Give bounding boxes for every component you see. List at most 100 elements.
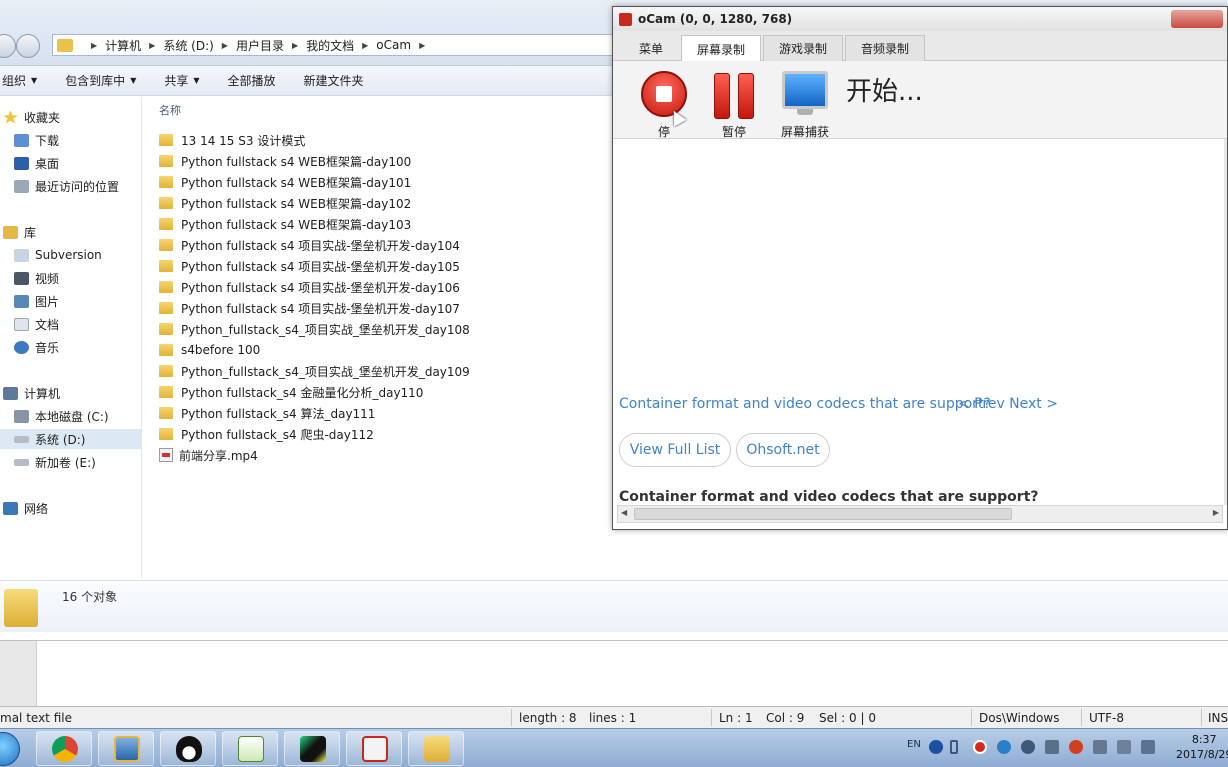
network-tray-icon[interactable] — [1093, 740, 1107, 754]
tab-screen-record[interactable]: 屏幕录制 — [681, 35, 761, 62]
nav-drive-c[interactable]: 本地磁盘 (C:) — [14, 406, 109, 426]
column-status: Col : 9 — [766, 711, 805, 725]
language-indicator[interactable]: EN — [907, 739, 921, 750]
picture-library-icon — [14, 294, 29, 308]
taskbar-app-virtualbox[interactable] — [98, 731, 154, 766]
breadcrumb-item[interactable]: 用户目录 — [236, 37, 284, 54]
nav-label: Subversion — [35, 248, 102, 262]
chevron-right-icon: ▶ — [362, 40, 369, 50]
back-button[interactable] — [0, 34, 16, 58]
monitor-tray-icon[interactable] — [1141, 740, 1155, 754]
qq-penguin-icon — [176, 736, 202, 762]
include-in-library-button[interactable]: 包含到库中 ▼ — [51, 72, 150, 89]
nav-network[interactable]: 网络 — [3, 498, 48, 518]
list-item[interactable]: Python fullstack_s4 爬虫-day112 — [159, 424, 374, 444]
tab-audio-record[interactable]: 音频录制 — [845, 35, 925, 61]
nav-pictures[interactable]: 图片 — [14, 291, 59, 311]
record-icon[interactable] — [973, 740, 987, 754]
clock-time: 8:37 — [1191, 733, 1217, 746]
taskbar-app-explorer[interactable] — [408, 731, 464, 766]
nav-subversion[interactable]: Subversion — [14, 245, 102, 265]
folder-icon — [159, 155, 173, 167]
file-name: Python_fullstack_s4_项目实战_堡垒机开发_day108 — [181, 322, 470, 337]
list-item[interactable]: Python fullstack s4 项目实战-堡垒机开发-day104 — [159, 235, 460, 255]
clock-date: 2017/8/29 — [1176, 748, 1228, 761]
ocam-title-bar[interactable]: oCam (0, 0, 1280, 768) — [613, 7, 1227, 31]
video-library-icon — [14, 271, 29, 285]
breadcrumb-item[interactable]: 我的文档 — [306, 37, 354, 54]
list-item[interactable]: s4before 100 — [159, 340, 260, 360]
list-item[interactable]: Python fullstack_s4 金融量化分析_day110 — [159, 382, 423, 402]
folder-icon — [57, 38, 73, 52]
column-header-name[interactable]: 名称 — [159, 102, 181, 118]
list-item[interactable]: Python fullstack s4 项目实战-堡垒机开发-day105 — [159, 256, 460, 276]
nav-downloads[interactable]: 下载 — [14, 130, 59, 150]
eol-status: Dos\Windows — [979, 711, 1060, 725]
taskbar-app-pycharm[interactable] — [284, 731, 340, 766]
chevron-right-icon: ▶ — [149, 40, 156, 50]
tab-game-record[interactable]: 游戏录制 — [763, 35, 843, 61]
computer-icon — [3, 386, 18, 400]
list-item[interactable]: Python_fullstack_s4_项目实战_堡垒机开发_day108 — [159, 319, 470, 339]
nav-favorites[interactable]: 收藏夹 — [3, 107, 60, 127]
codec-support-link[interactable]: Container format and video codecs that a… — [619, 396, 991, 412]
breadcrumb-item[interactable]: oCam — [376, 38, 411, 52]
sync-icon[interactable] — [997, 740, 1011, 754]
new-folder-button[interactable]: 新建文件夹 — [290, 72, 378, 89]
nav-documents[interactable]: 文档 — [14, 314, 59, 334]
horizontal-scrollbar[interactable]: ◀ ▶ — [617, 505, 1223, 523]
ohsoft-link-button[interactable]: Ohsoft.net — [736, 433, 830, 467]
usb-icon[interactable] — [950, 740, 958, 754]
drive-icon — [14, 458, 29, 466]
taskbar-app-notepad[interactable] — [222, 731, 278, 766]
tool-icon[interactable] — [1021, 740, 1035, 754]
list-item[interactable]: Python fullstack s4 WEB框架篇-day103 — [159, 214, 411, 234]
address-bar[interactable]: ▶ 计算机 ▶ 系统 (D:) ▶ 用户目录 ▶ 我的文档 ▶ oCam ▶ — [52, 34, 652, 56]
file-list: 名称 13 14 15 S3 设计模式 Python fullstack s4 W… — [143, 97, 613, 579]
close-button[interactable] — [1171, 10, 1223, 28]
nav-desktop[interactable]: 桌面 — [14, 153, 59, 173]
breadcrumb-item[interactable]: 计算机 — [105, 37, 141, 54]
help-icon[interactable] — [929, 740, 943, 754]
nav-music[interactable]: 音乐 — [14, 337, 59, 357]
view-full-list-button[interactable]: View Full List — [619, 433, 731, 467]
list-item[interactable]: 前端分享.mp4 — [159, 445, 258, 465]
list-item[interactable]: Python fullstack_s4 算法_day111 — [159, 403, 375, 423]
shield-icon[interactable] — [1045, 740, 1059, 754]
play-all-button[interactable]: 全部播放 — [214, 72, 290, 89]
folder-icon — [159, 407, 173, 419]
nav-libraries[interactable]: 库 — [3, 222, 36, 242]
scroll-left-icon[interactable]: ◀ — [621, 508, 627, 517]
share-button[interactable]: 共享 ▼ — [150, 72, 213, 89]
taskbar-app-ocam[interactable] — [346, 731, 402, 766]
list-item[interactable]: Python fullstack s4 WEB框架篇-day100 — [159, 151, 411, 171]
nav-drive-e[interactable]: 新加卷 (E:) — [14, 452, 96, 472]
list-item[interactable]: Python fullstack s4 WEB框架篇-day102 — [159, 193, 411, 213]
nav-computer[interactable]: 计算机 — [3, 383, 60, 403]
start-button[interactable] — [0, 732, 20, 766]
prev-next-link[interactable]: < Prev Next > — [958, 396, 1058, 412]
file-name: Python fullstack s4 项目实战-堡垒机开发-day106 — [181, 280, 460, 295]
list-item[interactable]: 13 14 15 S3 设计模式 — [159, 130, 305, 150]
scroll-right-icon[interactable]: ▶ — [1213, 508, 1219, 517]
forward-button[interactable] — [16, 34, 40, 58]
taskbar-app-chrome[interactable] — [36, 731, 92, 766]
text-editor-area[interactable] — [0, 640, 1228, 707]
nav-drive-d[interactable]: 系统 (D:) — [0, 429, 141, 449]
list-item[interactable]: Python_fullstack_s4_项目实战_堡垒机开发_day109 — [159, 361, 470, 381]
nav-label: 网络 — [24, 501, 49, 516]
list-item[interactable]: Python fullstack s4 WEB框架篇-day101 — [159, 172, 411, 192]
list-item[interactable]: Python fullstack s4 项目实战-堡垒机开发-day106 — [159, 277, 460, 297]
system-clock[interactable]: 8:37 2017/8/29 — [1176, 732, 1228, 762]
tab-menu[interactable]: 菜单 — [621, 35, 681, 61]
breadcrumb-item[interactable]: 系统 (D:) — [163, 37, 213, 54]
speaker-icon[interactable] — [1117, 740, 1131, 754]
organize-button[interactable]: 组织 ▼ — [0, 72, 51, 89]
nav-videos[interactable]: 视频 — [14, 268, 59, 288]
drive-icon — [14, 409, 29, 423]
app-tray-icon[interactable] — [1069, 740, 1083, 754]
taskbar-app-qq[interactable] — [160, 731, 216, 766]
nav-recent[interactable]: 最近访问的位置 — [14, 176, 119, 196]
scrollbar-thumb[interactable] — [634, 508, 1012, 520]
list-item[interactable]: Python fullstack s4 项目实战-堡垒机开发-day107 — [159, 298, 460, 318]
